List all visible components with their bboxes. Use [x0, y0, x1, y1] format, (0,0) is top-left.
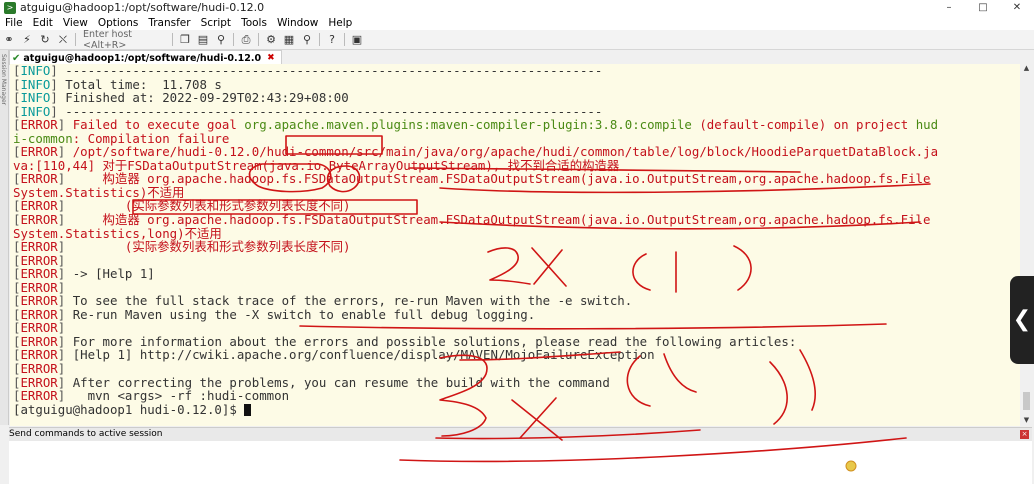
- terminal-line: [ERROR]: [10, 253, 1020, 268]
- terminal-line: [ERROR]: [10, 362, 1020, 376]
- terminal-line: [ERROR] Re-run Maven using the -X switch…: [10, 308, 1020, 322]
- log-text: 构造器 org.apache.hadoop.fs.FSDataOutputStr…: [65, 171, 931, 187]
- quick-connect-icon[interactable]: ⚡: [20, 33, 34, 47]
- log-highlight: org.apache.maven.plugins:maven-compiler-…: [244, 117, 692, 133]
- key-icon[interactable]: ⚲: [300, 33, 314, 47]
- command-input[interactable]: [9, 441, 1032, 484]
- menu-view[interactable]: View: [63, 17, 88, 29]
- tab-close-icon[interactable]: ✖: [267, 53, 275, 63]
- connect-icon[interactable]: ⚭: [2, 33, 16, 47]
- terminal-output[interactable]: [INFO] ---------------------------------…: [10, 64, 1020, 426]
- terminal-scrollbar[interactable]: ▲ ▼: [1021, 64, 1032, 426]
- log-text: Re-run Maven using the -X switch to enab…: [65, 306, 536, 322]
- session-manager-label: Session Manager: [0, 54, 7, 106]
- terminal-line: [ERROR] [Help 1] http://cwiki.apache.org…: [10, 348, 1020, 362]
- terminal-line: System.Statistics)不适用: [10, 186, 1020, 200]
- connected-check-icon: ✔: [12, 52, 21, 64]
- shell-prompt: [atguigu@hadoop1 hudi-0.12.0]$: [13, 401, 245, 417]
- terminal-line: [ERROR] -> [Help 1]: [10, 267, 1020, 281]
- terminal-line: [INFO] ---------------------------------…: [10, 104, 1020, 119]
- terminal-line: [ERROR] After correcting the problems, y…: [10, 375, 1020, 390]
- disconnect-icon[interactable]: ⛌: [56, 33, 70, 47]
- log-text: [Help 1] http://cwiki.apache.org/conflue…: [65, 347, 655, 363]
- terminal-line: [ERROR] Failed to execute goal org.apach…: [10, 118, 1020, 132]
- log-text: (default-compile) on project: [691, 117, 916, 133]
- text-cursor: [244, 404, 252, 417]
- log-highlight: hud: [915, 117, 939, 133]
- toolbar: ⚭ ⚡ ↻ ⛌ Enter host <Alt+R> ❐ ▤ ⚲ ⎙ ⚙ ▦ ⚲…: [0, 29, 1034, 51]
- terminal-line: [INFO] Finished at: 2022-09-29T02:43:29+…: [10, 91, 1020, 105]
- minimize-button[interactable]: –: [932, 0, 966, 15]
- print-icon[interactable]: ⎙: [239, 33, 253, 47]
- terminal-line: va:[110,44] 对于FSDataOutputStream(java.io…: [10, 159, 1020, 173]
- terminal-line: [ERROR]: [10, 280, 1020, 295]
- sftp-icon[interactable]: ▣: [350, 33, 364, 47]
- command-window-close-icon[interactable]: ×: [1020, 430, 1029, 439]
- window-title: atguigu@hadoop1:/opt/software/hudi-0.12.…: [20, 1, 265, 14]
- menu-tools[interactable]: Tools: [241, 17, 267, 29]
- session-manager-strip[interactable]: Session Manager: [0, 50, 9, 425]
- terminal-line: [ERROR] (实际参数列表和形式参数列表长度不同): [10, 199, 1020, 213]
- menu-edit[interactable]: Edit: [33, 17, 53, 29]
- terminal-line: [ERROR] For more information about the e…: [10, 335, 1020, 349]
- reconnect-icon[interactable]: ↻: [38, 33, 52, 47]
- scroll-thumb[interactable]: [1023, 392, 1030, 410]
- maximize-button[interactable]: □: [966, 0, 1000, 15]
- menu-transfer[interactable]: Transfer: [148, 17, 190, 29]
- terminal-line: [ERROR] 构造器 org.apache.hadoop.fs.FSDataO…: [10, 172, 1020, 186]
- command-window-header: Send commands to active session ×: [9, 427, 1032, 441]
- tab-bar: ✔ atguigu@hadoop1:/opt/software/hudi-0.1…: [9, 50, 1031, 65]
- global-options-icon[interactable]: ▦: [282, 33, 296, 47]
- copy-icon[interactable]: ❐: [178, 33, 192, 47]
- toolbar-separator: [172, 33, 173, 46]
- terminal-line: [INFO] ---------------------------------…: [10, 64, 1020, 78]
- close-button[interactable]: ✕: [1000, 0, 1034, 15]
- menu-window[interactable]: Window: [277, 17, 318, 29]
- session-tab[interactable]: ✔ atguigu@hadoop1:/opt/software/hudi-0.1…: [9, 50, 282, 65]
- find-icon[interactable]: ⚲: [214, 33, 228, 47]
- terminal-line: [ERROR] /opt/software/hudi-0.12.0/hudi-c…: [10, 145, 1020, 159]
- toolbar-separator: [75, 33, 76, 46]
- menu-script[interactable]: Script: [201, 17, 231, 29]
- log-text: (实际参数列表和形式参数列表长度不同): [65, 239, 351, 255]
- help-icon[interactable]: ?: [325, 33, 339, 47]
- paste-icon[interactable]: ▤: [196, 33, 210, 47]
- scroll-up-icon[interactable]: ▲: [1021, 64, 1032, 74]
- command-window-label: Send commands to active session: [9, 429, 163, 439]
- session-tab-label: atguigu@hadoop1:/opt/software/hudi-0.12.…: [23, 52, 262, 64]
- terminal-line: [ERROR] 构造器 org.apache.hadoop.fs.FSDataO…: [10, 213, 1020, 227]
- terminal-prompt-line[interactable]: [atguigu@hadoop1 hudi-0.12.0]$: [10, 401, 1020, 417]
- chevron-left-icon[interactable]: ❮: [1010, 276, 1034, 364]
- log-text: -> [Help 1]: [65, 266, 155, 282]
- toolbar-separator: [319, 33, 320, 46]
- host-input[interactable]: Enter host <Alt+R>: [83, 29, 163, 51]
- menu-file[interactable]: File: [5, 17, 23, 29]
- scroll-down-icon[interactable]: ▼: [1021, 416, 1032, 426]
- terminal-line: [ERROR] mvn <args> -rf :hudi-common: [10, 389, 1020, 403]
- title-bar: > atguigu@hadoop1:/opt/software/hudi-0.1…: [0, 0, 1034, 15]
- settings-icon[interactable]: ⚙: [264, 33, 278, 47]
- window-controls: – □ ✕: [932, 0, 1034, 15]
- terminal-line: [INFO] Total time: 11.708 s: [10, 77, 1020, 92]
- toolbar-separator: [344, 33, 345, 46]
- terminal-line: [ERROR]: [10, 321, 1020, 335]
- terminal-line: System.Statistics,long)不适用: [10, 226, 1020, 241]
- terminal-line: [ERROR] (实际参数列表和形式参数列表长度不同): [10, 240, 1020, 254]
- menu-help[interactable]: Help: [328, 17, 352, 29]
- terminal-line: [ERROR] To see the full stack trace of t…: [10, 294, 1020, 308]
- menu-options[interactable]: Options: [98, 17, 139, 29]
- securecrt-app-icon: >: [4, 1, 16, 14]
- toolbar-separator: [258, 33, 259, 46]
- terminal-line: i-common: Compilation failure: [10, 131, 1020, 146]
- toolbar-separator: [233, 33, 234, 46]
